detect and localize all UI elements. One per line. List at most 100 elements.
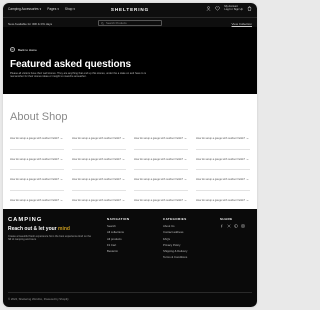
- chevron-down-icon: [60, 179, 63, 181]
- faq-item[interactable]: How do setup a gauge with outdoor fields…: [10, 191, 64, 211]
- page: Camping Accessories ▾ Pages ▾ Shop ▾ SHELTE…: [3, 3, 257, 307]
- faq-question: How do setup a gauge with outdoor fields…: [134, 198, 184, 202]
- footer-link[interactable]: Terms & Conditions: [163, 255, 187, 259]
- tagline-text: Reach out & let your: [8, 226, 59, 232]
- faq-hero: Back to Home Featured asked questions Pl…: [3, 27, 257, 94]
- footer-link[interactable]: Privacy Policy: [163, 243, 187, 247]
- footer-link[interactable]: Besterim: [107, 249, 129, 253]
- top-header: Camping Accessories ▾ Pages ▾ Shop ▾ SHELTE…: [3, 3, 257, 17]
- chevron-down-icon: [246, 199, 249, 201]
- footer-description: Create a beautiful fresh experience from…: [8, 235, 92, 242]
- faq-item[interactable]: How do setup a gauge with outdoor fields…: [134, 150, 188, 170]
- faq-question: How do setup a gauge with outdoor fields…: [10, 198, 60, 202]
- page-title: Featured asked questions: [10, 59, 131, 70]
- chevron-down-icon: [184, 158, 187, 160]
- promo-text: New Available for 30€ & 0% days: [8, 21, 53, 26]
- faq-question: How do setup a gauge with outdoor fields…: [10, 178, 60, 182]
- faq-item[interactable]: How do setup a gauge with outdoor fields…: [10, 129, 64, 150]
- account-link[interactable]: My Account Log In / Sign Up: [224, 5, 243, 12]
- back-label: Back to Home: [18, 47, 37, 52]
- faq-item[interactable]: How do setup a gauge with outdoor fields…: [134, 191, 188, 211]
- footer-logo[interactable]: CAMPING: [8, 217, 42, 223]
- faq-item[interactable]: How do setup a gauge with outdoor fields…: [72, 191, 126, 211]
- footer-share: SHARE: [220, 217, 245, 228]
- faq-question: How do setup a gauge with outdoor fields…: [10, 137, 60, 141]
- faq-question: How do setup a gauge with outdoor fields…: [72, 157, 122, 161]
- chevron-down-icon: [246, 138, 249, 140]
- chevron-down-icon: [122, 158, 125, 160]
- instagram-icon[interactable]: [241, 224, 245, 228]
- tagline-accent: mind: [58, 226, 70, 232]
- faq-item[interactable]: How do setup a gauge with outdoor fields…: [10, 150, 64, 170]
- copyright: © 2024, Sheltering WordCo, Powered by Sh…: [8, 297, 69, 301]
- user-icon[interactable]: [206, 6, 211, 12]
- footer-link[interactable]: About Us: [163, 224, 187, 228]
- chevron-down-icon: [184, 199, 187, 201]
- footer-link[interactable]: Search: [107, 224, 129, 228]
- search-box[interactable]: [98, 20, 162, 26]
- faq-item[interactable]: How do setup a gauge with outdoor fields…: [72, 150, 126, 170]
- faq-item[interactable]: How do setup a gauge with outdoor fields…: [196, 170, 250, 191]
- search-input[interactable]: [106, 20, 159, 26]
- footer-navigation: NAVIGATION Search All collections All pr…: [107, 217, 129, 255]
- faq-item[interactable]: How do setup a gauge with outdoor fields…: [72, 129, 126, 150]
- footer-tagline: Reach out & let your mind: [8, 226, 70, 232]
- faq-item[interactable]: How do setup a gauge with outdoor fields…: [196, 150, 250, 170]
- chevron-down-icon: [60, 138, 63, 140]
- chevron-down-icon: [184, 179, 187, 181]
- header-actions: My Account Log In / Sign Up: [206, 5, 252, 12]
- faq-item[interactable]: How do setup a gauge with outdoor fields…: [134, 170, 188, 191]
- faq-question: How do setup a gauge with outdoor fields…: [134, 157, 184, 161]
- faq-item[interactable]: How do setup a gauge with outdoor fields…: [72, 170, 126, 191]
- footer-link[interactable]: Contact address: [163, 230, 187, 234]
- faq-list: How do setup a gauge with outdoor fields…: [10, 129, 250, 211]
- chevron-down-icon: [122, 138, 125, 140]
- faq-question: How do setup a gauge with outdoor fields…: [72, 137, 122, 141]
- faq-question: How do setup a gauge with outdoor fields…: [72, 198, 122, 202]
- footer-link[interactable]: Shipping & Delivery: [163, 249, 187, 253]
- faq-question: How do setup a gauge with outdoor fields…: [72, 178, 122, 182]
- chevron-down-icon: [122, 199, 125, 201]
- chevron-down-icon: [60, 158, 63, 160]
- footer-column-title: SHARE: [220, 217, 233, 221]
- facebook-icon[interactable]: [220, 224, 224, 228]
- search-icon: [101, 21, 104, 25]
- chevron-down-icon: [184, 138, 187, 140]
- faq-item[interactable]: How do setup a gauge with outdoor fields…: [196, 191, 250, 211]
- faq-question: How do setup a gauge with outdoor fields…: [134, 137, 184, 141]
- faq-item[interactable]: How do setup a gauge with outdoor fields…: [196, 129, 250, 150]
- arrow-left-icon: [10, 47, 15, 52]
- faq-question: How do setup a gauge with outdoor fields…: [196, 157, 246, 161]
- footer-divider: [8, 292, 252, 293]
- section-title: About Shop: [10, 111, 68, 123]
- footer: CAMPING Reach out & let your mind Create…: [3, 209, 257, 307]
- faq-question: How do setup a gauge with outdoor fields…: [196, 137, 246, 141]
- faq-question: How do setup a gauge with outdoor fields…: [196, 198, 246, 202]
- faq-question: How do setup a gauge with outdoor fields…: [10, 157, 60, 161]
- announcement-bar: New Available for 30€ & 0% days View Col…: [3, 17, 257, 27]
- faq-item[interactable]: How do setup a gauge with outdoor fields…: [10, 170, 64, 191]
- cart-icon[interactable]: [247, 6, 252, 12]
- footer-column-title: NAVIGATION: [107, 217, 130, 221]
- footer-link[interactable]: All collections: [107, 230, 129, 234]
- faq-item[interactable]: How do setup a gauge with outdoor fields…: [134, 129, 188, 150]
- footer-link[interactable]: FAQs: [163, 237, 187, 241]
- hero-description: Please all visitors have their well ston…: [10, 72, 147, 79]
- pinterest-icon[interactable]: [234, 224, 238, 228]
- social-links: [220, 224, 245, 228]
- footer-categories: CATEGORIES About Us Contact address FAQs…: [163, 217, 187, 262]
- footer-column-title: CATEGORIES: [163, 217, 187, 221]
- view-collection-link[interactable]: View Collection: [232, 22, 252, 26]
- chevron-down-icon: [122, 179, 125, 181]
- chevron-down-icon: [246, 158, 249, 160]
- footer-link[interactable]: All products: [107, 237, 129, 241]
- footer-link[interactable]: Fit Cart: [107, 243, 129, 247]
- account-sublabel: Log In / Sign Up: [224, 7, 243, 11]
- chevron-down-icon: [246, 179, 249, 181]
- faq-question: How do setup a gauge with outdoor fields…: [196, 178, 246, 182]
- twitter-icon[interactable]: [227, 224, 231, 228]
- heart-icon[interactable]: [215, 6, 221, 12]
- chevron-down-icon: [60, 199, 63, 201]
- back-to-home-link[interactable]: Back to Home: [10, 47, 37, 52]
- faq-question: How do setup a gauge with outdoor fields…: [134, 178, 184, 182]
